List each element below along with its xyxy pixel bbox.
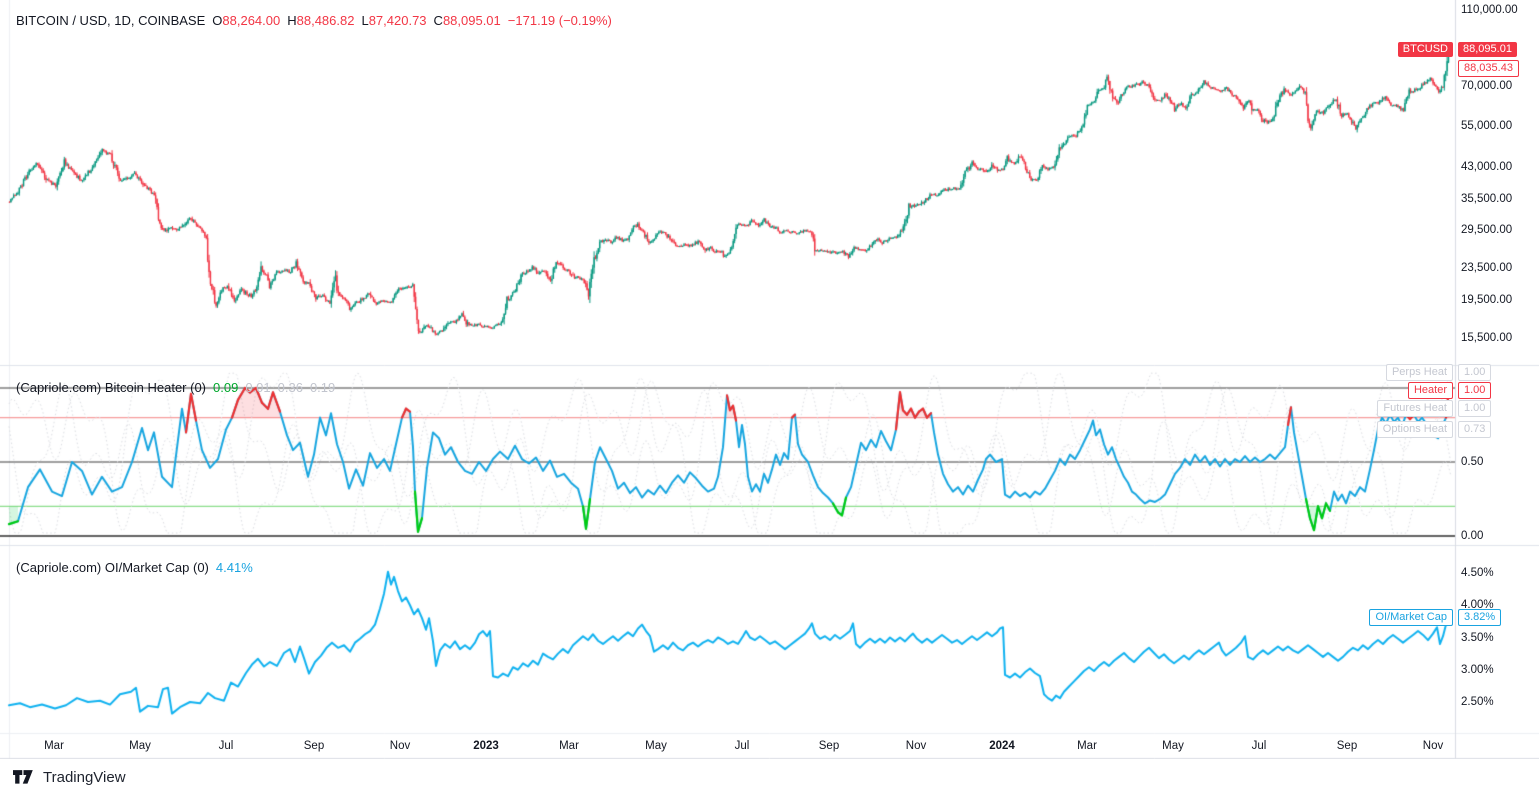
heater-legend: (Capriole.com) Bitcoin Heater (0) 0.09 0.0… [16,380,335,395]
oi-axis-tick: 4.50% [1461,566,1494,580]
oi-axis-tick: 3.50% [1461,631,1494,645]
price-axis-tick: 70,000.00 [1461,79,1512,93]
ohlc-value: 88,264.00 [222,13,280,28]
price-axis-tick: 55,000.00 [1461,119,1512,133]
oi-axis-tick: 3.00% [1461,663,1494,677]
time-axis-label: Sep [819,740,839,752]
futures-heat-label-badge: Futures Heat [1377,400,1453,417]
time-axis-label: Jul [219,740,234,752]
heater-axis-tick: 0.50 [1461,455,1483,469]
price-axis-tick: 23,500.00 [1461,261,1512,275]
time-axis-label: Mar [559,740,579,752]
heater-value: 0.19 [310,380,335,395]
ohlc-value: 88,486.82 [297,13,355,28]
chart-canvas[interactable] [0,0,1539,795]
ohlc-value: 87,420.73 [369,13,427,28]
time-axis-label: Nov [390,740,410,752]
time-axis-label: May [645,740,667,752]
brand-name[interactable]: TradingView [43,769,126,786]
price-axis-tick: 110,000.00 [1461,3,1518,17]
heater-title[interactable]: (Capriole.com) Bitcoin Heater (0) [16,380,206,395]
oi-value: 4.41% [216,560,253,575]
ohlc-letter: L [361,13,368,28]
time-axis-label: May [1162,740,1184,752]
heater-value: 0.01 [245,380,270,395]
oi-legend: (Capriole.com) OI/Market Cap (0) 4.41% [16,560,253,575]
price-axis-tick: 43,000.00 [1461,160,1512,174]
ohlc-value: 88,095.01 [443,13,501,28]
time-axis-label: Mar [44,740,64,752]
time-axis-label: 2023 [473,740,499,752]
price-axis-tick: 19,500.00 [1461,293,1512,307]
price-axis-tick: 35,500.00 [1461,192,1512,206]
footer-bar: TradingView [0,759,1539,795]
tradingview-logo-icon[interactable] [13,767,34,788]
perps-heat-label-badge: Perps Heat [1386,364,1453,381]
time-axis-label: Sep [304,740,324,752]
axis-value-badge: 88,035.43 [1458,60,1519,77]
axis-value-badge: 1.00 [1458,364,1491,381]
price-legend: BITCOIN / USD, 1D, COINBASEO88,264.00H88… [16,13,612,28]
ohlc-letter: O [212,13,222,28]
symbol-title[interactable]: BITCOIN / USD, 1D, COINBASE [16,13,205,28]
time-axis-label: Sep [1337,740,1357,752]
oi-market-cap-label-badge: OI/Market Cap [1369,609,1453,626]
time-axis-label: Nov [906,740,926,752]
time-axis-label: 2024 [989,740,1015,752]
time-axis-label: Nov [1423,740,1443,752]
heater-label-badge: Heater [1408,382,1453,399]
change-value: −171.19 (−0.19%) [508,13,612,28]
heater-axis-tick: 0.00 [1461,529,1483,543]
time-axis-label: Jul [1252,740,1267,752]
oi-title[interactable]: (Capriole.com) OI/Market Cap (0) [16,560,209,575]
axis-value-badge: 0.73 [1458,421,1491,438]
oi-axis-tick: 2.50% [1461,695,1494,709]
time-axis-label: Jul [735,740,750,752]
axis-value-badge: 88,095.01 [1458,42,1517,57]
options-heat-label-badge: Options Heat [1377,421,1453,438]
time-axis-label: Mar [1077,740,1097,752]
heater-value: 0.09 [213,380,238,395]
price-axis-tick: 29,500.00 [1461,223,1512,237]
axis-value-badge: 3.82% [1458,609,1501,626]
heater-value: 0.36 [278,380,303,395]
ohlc-letter: H [287,13,296,28]
btcusd-label-badge: BTCUSD [1398,42,1453,57]
time-axis-label: May [129,740,151,752]
price-axis-tick: 15,500.00 [1461,331,1512,345]
tradingview-chart: BITCOIN / USD, 1D, COINBASEO88,264.00H88… [0,0,1539,795]
ohlc-letter: C [434,13,443,28]
axis-value-badge: 1.00 [1458,400,1491,417]
axis-value-badge: 1.00 [1458,382,1491,399]
